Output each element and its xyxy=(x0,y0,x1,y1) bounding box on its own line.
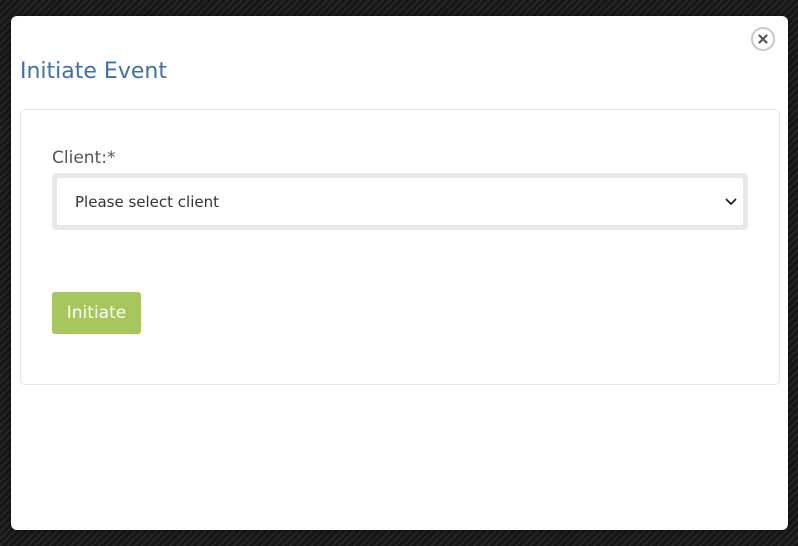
chevron-down-icon xyxy=(725,198,737,206)
initiate-event-modal: Initiate Event Client:* Please select cl… xyxy=(11,16,788,530)
initiate-button[interactable]: Initiate xyxy=(52,292,141,334)
client-label: Client:* xyxy=(52,148,116,168)
client-select-wrapper: Please select client xyxy=(52,173,748,230)
form-panel: Client:* Please select client Initiate xyxy=(20,109,780,385)
close-icon xyxy=(758,34,768,44)
modal-title: Initiate Event xyxy=(20,59,167,84)
client-select[interactable]: Please select client xyxy=(57,178,743,225)
close-button[interactable] xyxy=(751,27,775,51)
client-select-value: Please select client xyxy=(75,192,219,211)
